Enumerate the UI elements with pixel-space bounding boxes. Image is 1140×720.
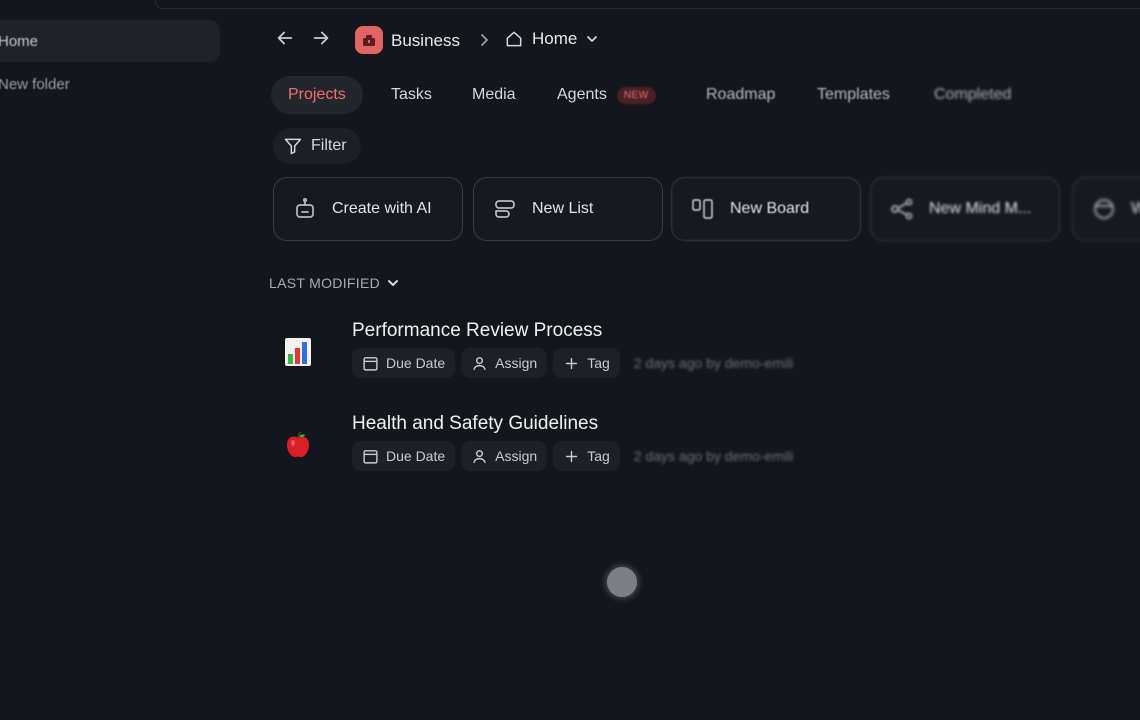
tab-label: Agents [557, 86, 607, 103]
tab-media[interactable]: Media [472, 76, 516, 114]
chevron-down-icon [587, 36, 598, 42]
chevron-down-icon [388, 280, 398, 286]
sidebar-item-label: New folder [0, 75, 70, 93]
project-title[interactable]: Health and Safety Guidelines [352, 413, 598, 435]
calendar-icon [363, 356, 378, 371]
new-list-card[interactable]: New List [473, 177, 663, 241]
add-tag-button[interactable]: Tag [553, 441, 620, 471]
forward-button[interactable] [310, 27, 336, 53]
assign-button[interactable]: Assign [461, 348, 548, 378]
filter-button[interactable]: Filter [273, 128, 361, 164]
back-button[interactable] [274, 27, 300, 53]
arrow-right-icon [313, 31, 329, 45]
card-label: New Mind M... [929, 200, 1032, 217]
user-icon [473, 356, 487, 370]
filter-label: Filter [311, 137, 347, 154]
list-item[interactable]: Health and Safety Guidelines Due Date As… [280, 413, 880, 483]
plus-icon [566, 450, 578, 462]
card-label: Create with AI [332, 200, 432, 217]
tab-roadmap[interactable]: Roadmap [706, 76, 775, 114]
tab-label: Completed [934, 86, 1012, 103]
robot-icon [296, 197, 314, 218]
filter-icon [284, 138, 302, 155]
mindmap-icon [891, 198, 913, 220]
tab-templates[interactable]: Templates [817, 76, 890, 114]
due-date-button[interactable]: Due Date [352, 441, 456, 471]
chip-label: Due Date [386, 355, 446, 371]
mouse-cursor [607, 567, 637, 597]
new-whiteboard-card[interactable]: W [1072, 177, 1140, 241]
new-mind-map-card[interactable]: New Mind M... [870, 177, 1060, 241]
tab-label: Roadmap [706, 86, 776, 103]
new-badge: NEW [616, 86, 656, 104]
list-item[interactable]: Performance Review Process Due Date Assi… [280, 320, 880, 390]
chip-label: Assign [495, 355, 538, 371]
apple-icon [280, 425, 316, 465]
chevron-right-icon [476, 31, 492, 49]
sort-label: LAST MODIFIED [269, 275, 380, 291]
new-board-card[interactable]: New Board [671, 177, 861, 241]
window-frame-edge [155, 0, 1140, 9]
breadcrumb-label: Home [532, 29, 578, 48]
plus-icon [566, 357, 578, 369]
user-icon [473, 449, 487, 463]
chip-label: Tag [587, 448, 610, 464]
tab-agents[interactable]: Agents NEW [557, 76, 656, 114]
card-label: W [1131, 200, 1140, 218]
sidebar-item-new-folder[interactable]: New folder [0, 63, 220, 105]
sort-dropdown[interactable]: LAST MODIFIED [269, 275, 400, 291]
bar-chart-icon [280, 332, 316, 372]
project-title[interactable]: Performance Review Process [352, 320, 602, 342]
tab-tasks[interactable]: Tasks [391, 76, 432, 114]
chip-label: Tag [587, 355, 610, 371]
workspace-name[interactable]: Business [391, 31, 460, 51]
tab-label: Templates [817, 86, 890, 103]
tab-completed[interactable]: Completed [934, 76, 1011, 114]
tab-projects[interactable]: Projects [271, 76, 363, 114]
sidebar-item-label: Home [0, 32, 39, 50]
list-icon [495, 200, 515, 218]
chip-label: Due Date [386, 448, 446, 464]
workspace-icon[interactable] [355, 26, 383, 54]
modified-info: 2 days ago by demo-emili [633, 355, 794, 371]
tab-label: Media [472, 86, 516, 103]
due-date-button[interactable]: Due Date [352, 348, 456, 378]
assign-button[interactable]: Assign [461, 441, 548, 471]
sidebar-item-home[interactable]: Home [0, 20, 220, 62]
calendar-icon [363, 449, 378, 464]
card-label: New Board [730, 200, 810, 217]
add-tag-button[interactable]: Tag [553, 348, 620, 378]
chip-label: Assign [495, 448, 538, 464]
arrow-left-icon [277, 31, 293, 45]
board-icon [692, 199, 713, 219]
tab-label: Projects [288, 86, 346, 103]
tab-label: Tasks [391, 86, 432, 103]
create-with-ai-card[interactable]: Create with AI [273, 177, 463, 241]
home-icon [506, 31, 522, 47]
template-icon [1094, 199, 1114, 219]
modified-info: 2 days ago by demo-emili [633, 448, 794, 464]
card-label: New List [532, 200, 594, 217]
sidebar: Home New folder [0, 0, 235, 720]
breadcrumb-home[interactable]: Home [504, 29, 599, 49]
